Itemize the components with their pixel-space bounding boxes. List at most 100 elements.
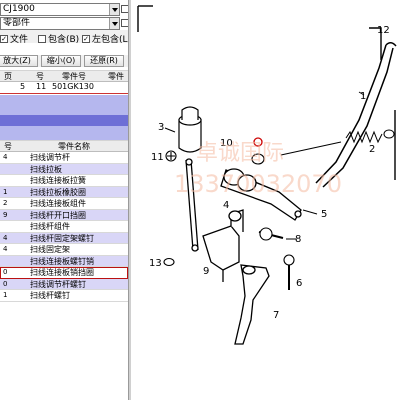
option-left-include-label: 左包含(L) — [92, 35, 128, 45]
model-select-value: CJ1900 — [3, 4, 35, 14]
label-5-leader — [302, 209, 318, 215]
part-index: 1 — [3, 291, 8, 299]
sweeper-blade-part — [234, 264, 270, 345]
screw-8-part — [258, 227, 284, 241]
parts-list-row[interactable]: 9 扫线杆开口挡圈 — [0, 209, 128, 221]
label-3-leader — [164, 127, 176, 133]
parts-panel: CJ1900 零部件 ✓ 文件 包含(B) ✓ 左包含(L) 放大(Z) 缩小(… — [0, 0, 128, 400]
part-name: 扫线连接板螺钉销 — [30, 256, 94, 266]
label-8: 8 — [295, 234, 301, 245]
parts-list-row[interactable]: 扫线连接板拉簧 — [0, 175, 128, 187]
chevron-down-icon[interactable] — [109, 18, 119, 29]
header-no: 号 — [4, 142, 12, 151]
screw-11-part — [165, 150, 177, 162]
empty-list-area — [0, 95, 128, 115]
selected-group-row[interactable] — [0, 115, 128, 126]
part-name: 扫线连接板组件 — [30, 199, 86, 208]
screw-6-part — [283, 254, 295, 290]
part-name: 扫线连接板销挡圈 — [30, 268, 94, 277]
part-index: 0 — [3, 279, 8, 288]
parts-list-row[interactable]: 4 扫线调节杆 — [0, 152, 128, 164]
watermark-line2: 13370032070 — [174, 170, 342, 198]
component-checkbox[interactable] — [121, 19, 128, 27]
top-table-row[interactable]: 5 11 501GK130 — [0, 82, 128, 94]
spring-part — [280, 129, 395, 156]
header-part-no: 零件号 — [62, 72, 86, 81]
empty-list-area-2 — [0, 126, 128, 140]
top-table-header: 页 号 零件号 零件 — [0, 70, 128, 82]
zoom-toolbar: 放大(Z) 缩小(O) 还原(R) — [0, 55, 128, 67]
label-3: 3 — [158, 122, 164, 133]
label-12: 12 — [377, 25, 390, 36]
label-2: 2 — [369, 144, 375, 155]
component-select[interactable]: 零部件 — [0, 17, 120, 30]
diagram-svg: 12 1 2 3 11 10 4 5 9 8 6 13 7 卓诚国际 13370… — [137, 5, 397, 345]
part-index: 4 — [3, 245, 8, 253]
parts-list-row[interactable]: 1 扫线拉板橡胶圈 — [0, 186, 128, 198]
part-name: 扫线连接板拉簧 — [30, 176, 86, 185]
chevron-down-icon[interactable] — [109, 4, 119, 15]
parts-list-row[interactable]: 1 扫线杆螺钉 — [0, 290, 128, 302]
part-index: 2 — [3, 199, 8, 207]
label-13: 13 — [149, 258, 162, 269]
restore-button[interactable]: 还原(R) — [84, 55, 124, 67]
parts-list-row[interactable]: 扫线连接板螺钉销 — [0, 255, 128, 267]
part-index: 4 — [3, 153, 8, 161]
label-6: 6 — [296, 278, 302, 289]
zoom-out-button[interactable]: 缩小(O) — [41, 55, 81, 67]
row-page: 5 — [20, 82, 26, 91]
parts-list-row[interactable]: 0 扫线连接板销挡圈 — [0, 267, 128, 279]
parts-list-row[interactable]: 2 扫线连接板组件 — [0, 198, 128, 210]
option-include-label: 包含(B) — [48, 35, 80, 45]
washer-part — [163, 257, 175, 267]
model-select[interactable]: CJ1900 — [0, 3, 120, 16]
part-name: 扫线拉板橡胶圈 — [30, 187, 86, 197]
checkbox-include[interactable] — [38, 34, 46, 43]
part-name: 扫线固定架 — [30, 245, 70, 254]
part-name: 扫线杆开口挡圈 — [30, 210, 86, 220]
checkbox-left-include[interactable]: ✓ — [82, 34, 90, 43]
parts-table-header: 号 零件名称 — [0, 140, 128, 152]
option-include[interactable]: 包含(B) — [38, 32, 79, 45]
option-left-include[interactable]: ✓ 左包含(L) — [82, 32, 128, 45]
label-11: 11 — [151, 152, 164, 163]
part-index: 9 — [3, 210, 8, 219]
label-5: 5 — [321, 209, 327, 220]
header-part-name: 零件名称 — [58, 142, 90, 151]
watermark-line1: 卓诚国际 — [196, 141, 284, 166]
model-checkbox[interactable] — [121, 5, 128, 13]
parts-list-row[interactable]: 4 扫线杆固定架螺钉 — [0, 232, 128, 244]
part-name: 扫线拉板 — [30, 164, 62, 174]
header-part: 零件 — [108, 72, 124, 81]
part-name: 扫线调节杆螺钉 — [30, 279, 86, 289]
row-part-no: 501GK130 — [52, 82, 94, 91]
part-name: 扫线调节杆 — [30, 153, 70, 162]
option-file-label: 文件 — [10, 35, 29, 45]
row-number: 11 — [36, 82, 47, 91]
part-name: 扫线杆固定架螺钉 — [30, 233, 94, 243]
part-name: 扫线杆组件 — [30, 222, 70, 231]
checkbox-file[interactable]: ✓ — [0, 34, 8, 43]
label-1: 1 — [360, 91, 366, 102]
parts-list-row[interactable]: 4 扫线固定架 — [0, 244, 128, 256]
zoom-in-button[interactable]: 放大(Z) — [0, 55, 38, 67]
model-selector-row: CJ1900 — [0, 3, 128, 16]
parts-list-row[interactable]: 扫线拉板 — [0, 163, 128, 175]
component-selector-row: 零部件 — [0, 17, 128, 30]
header-page: 页 — [4, 72, 12, 81]
label-4: 4 — [223, 200, 229, 211]
part-index: 0 — [3, 268, 8, 276]
header-number: 号 — [36, 72, 44, 81]
label-9: 9 — [203, 266, 209, 277]
label-7: 7 — [273, 310, 279, 321]
option-file[interactable]: ✓ 文件 — [0, 32, 28, 45]
parts-list-row[interactable]: 扫线杆组件 — [0, 221, 128, 233]
part-name: 扫线杆螺钉 — [30, 291, 70, 300]
part-index: 1 — [3, 187, 8, 196]
thread-sweeper-lever — [315, 42, 397, 188]
part-index: 4 — [3, 233, 8, 242]
component-select-value: 零部件 — [3, 18, 31, 28]
parts-list-row[interactable]: 0 扫线调节杆螺钉 — [0, 278, 128, 290]
filter-options: ✓ 文件 包含(B) ✓ 左包含(L) — [0, 30, 128, 45]
exploded-diagram: 12 1 2 3 11 10 4 5 9 8 6 13 7 卓诚国际 13370… — [131, 0, 400, 400]
